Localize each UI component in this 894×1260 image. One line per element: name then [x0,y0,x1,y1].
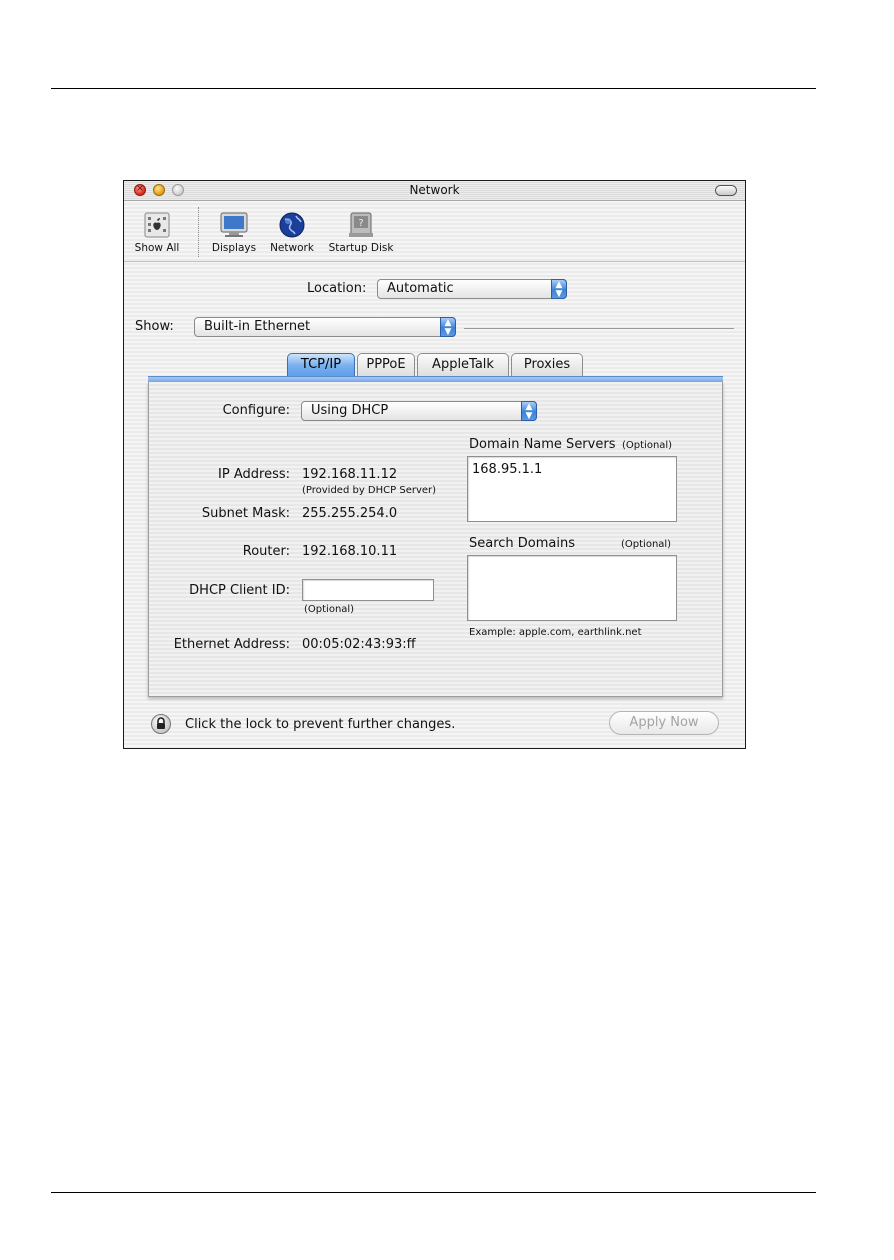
toolbar-divider [198,207,199,257]
ip-address-label: IP Address: [218,467,290,482]
toolbar-label: Displays [211,242,257,254]
dns-optional-note: (Optional) [622,440,673,451]
show-label: Show: [135,319,174,334]
apple-grid-icon [141,211,173,239]
subnet-mask-value: 255.255.254.0 [302,506,398,521]
tab-tcpip[interactable]: TCP/IP [287,353,355,377]
popup-arrows-icon: ▲ ▼ [551,279,567,299]
location-popup[interactable]: Automatic ▲ ▼ [377,279,567,299]
window-title: Network [409,183,460,197]
router-value: 192.168.10.11 [302,544,398,559]
lock-message: Click the lock to prevent further change… [185,717,456,732]
search-domains-example: Example: apple.com, earthlink.net [469,627,642,638]
ethernet-address-value: 00:05:02:43:93:ff [302,637,416,652]
show-popup[interactable]: Built-in Ethernet ▲ ▼ [194,317,456,337]
toolbar: Show All Displays Network ? Startup Disk [124,201,745,262]
ip-address-note: (Provided by DHCP Server) [302,485,437,496]
configure-popup[interactable]: Using DHCP ▲ ▼ [301,401,537,421]
page-top-rule [51,88,816,89]
subnet-mask-label: Subnet Mask: [201,506,290,521]
search-domains-optional-note: (Optional) [621,539,672,550]
disk-icon: ? [345,211,377,239]
dhcp-client-id-field[interactable] [302,579,434,601]
toolbar-label: Network [270,242,314,254]
dhcp-client-id-note: (Optional) [304,604,355,615]
dhcp-client-id-label: DHCP Client ID: [189,583,290,598]
ethernet-address-label: Ethernet Address: [173,637,290,652]
toolbar-show-all[interactable]: Show All [128,211,186,254]
dns-servers-field[interactable]: 168.95.1.1 [467,456,677,522]
dns-label: Domain Name Servers [469,437,616,452]
toolbar-network[interactable]: Network [264,211,320,254]
lock-button[interactable] [151,714,171,734]
toolbar-displays[interactable]: Displays [209,211,259,254]
tcpip-panel: Configure: Using DHCP ▲ ▼ IP Address: 192… [148,382,723,697]
globe-icon [276,211,308,239]
toolbar-label: Show All [134,242,180,254]
network-window: × Network Show All Displays Network ? St… [123,180,746,749]
configure-value: Using DHCP [311,403,389,418]
search-domains-field[interactable] [467,555,677,621]
show-divider-line [464,328,734,329]
title-bar[interactable]: × Network [124,181,745,201]
popup-arrows-icon: ▲ ▼ [440,317,456,337]
toolbar-toggle-button[interactable] [715,185,737,196]
popup-arrows-icon: ▲ ▼ [521,401,537,421]
tab-appletalk[interactable]: AppleTalk [417,353,509,377]
show-value: Built-in Ethernet [204,319,311,334]
svg-text:?: ? [358,218,363,229]
page-bottom-rule [51,1192,816,1193]
configure-label: Configure: [222,403,290,418]
toolbar-label: Startup Disk [328,242,394,254]
location-value: Automatic [387,281,454,296]
toolbar-startup-disk[interactable]: ? Startup Disk [325,211,397,254]
router-label: Router: [242,544,290,559]
tab-proxies[interactable]: Proxies [511,353,583,377]
lock-icon [157,717,165,729]
location-label: Location: [307,281,367,296]
display-icon [218,211,250,239]
apply-now-button[interactable]: Apply Now [609,711,719,735]
ip-address-value: 192.168.11.12 [302,467,398,482]
search-domains-label: Search Domains [469,536,576,551]
tab-pppoe[interactable]: PPPoE [357,353,415,377]
